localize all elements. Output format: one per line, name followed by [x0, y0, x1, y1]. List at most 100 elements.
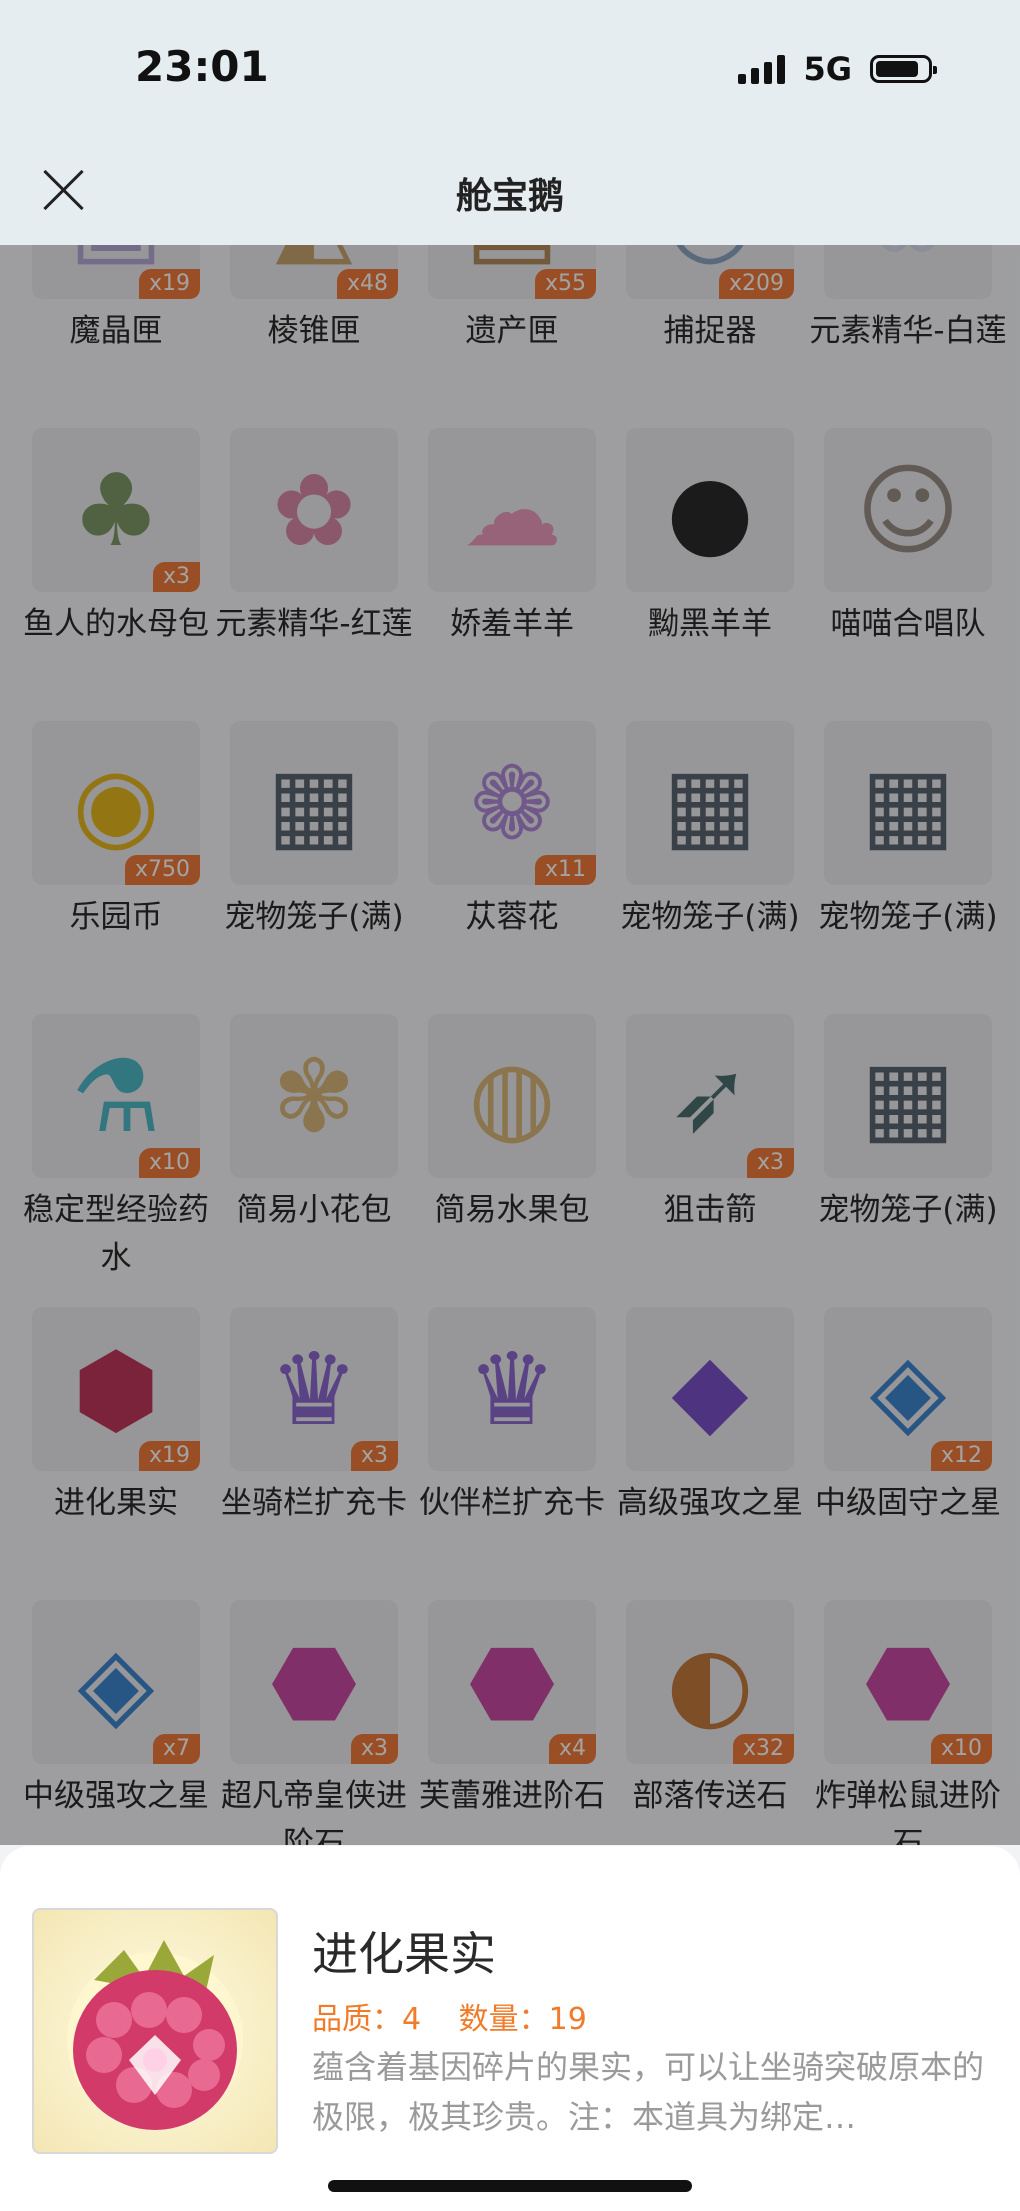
quantity-badge: x750	[124, 855, 200, 885]
red-lotus-essence-icon: ✿	[272, 451, 356, 569]
quantity-badge: x4	[548, 1734, 596, 1764]
item-thumbnail[interactable]: ▣x19	[32, 245, 200, 299]
item-name: 炸弹松鼠进阶石	[815, 1778, 1001, 1845]
item-name: 宠物笼子(满)	[818, 1192, 998, 1228]
item-name: 稳定型经验药水	[23, 1192, 209, 1276]
quantity-badge: x3	[350, 1441, 398, 1471]
item-name: 宠物笼子(满)	[620, 899, 800, 935]
item-name: 中级强攻之星	[23, 1778, 209, 1814]
flower-bag-icon: ✾	[272, 1037, 356, 1155]
cat-choir-icon: ☺	[855, 451, 961, 569]
item-thumbnail[interactable]: ⚗ x10	[32, 1014, 200, 1178]
black-sheep-icon: ●	[666, 451, 754, 569]
battery-icon	[870, 55, 937, 83]
item-detail-description: 蕴含着基因碎片的果实，可以让坐骑突破原本的极限，极其珍贵。注：本道具为绑定…	[312, 2048, 985, 2136]
item-thumbnail[interactable]: ◈ x7	[32, 1600, 200, 1764]
item-thumbnail[interactable]: ♛	[428, 1307, 596, 1471]
item-name: 捕捉器	[663, 313, 757, 349]
quantity-badge: x19	[138, 269, 200, 299]
page-title: 舱宝鹅	[455, 176, 564, 217]
status-indicators: 5G	[738, 50, 937, 88]
item-name: 坐骑栏扩充卡	[221, 1485, 407, 1521]
item-thumbnail[interactable]: ◈ x12	[824, 1307, 992, 1471]
item-name: 部落传送石	[632, 1778, 788, 1814]
quantity-badge: x12	[930, 1441, 992, 1471]
item-thumbnail[interactable]: ◍	[428, 1014, 596, 1178]
item-name: 元素精华-白莲	[809, 313, 1007, 349]
item-name: 中级固守之星	[815, 1485, 1001, 1521]
item-thumbnail[interactable]: ➶ x3	[626, 1014, 794, 1178]
item-detail-meta: 品质：4 数量：19	[312, 1994, 615, 2038]
item-thumbnail[interactable]: ◆	[626, 1307, 794, 1471]
item-thumbnail[interactable]: ▦	[230, 721, 398, 885]
quantity-badge: x48	[336, 269, 398, 299]
item-thumbnail[interactable]: ◭x48	[230, 245, 398, 299]
pet-cage-icon: ▦	[860, 744, 956, 862]
item-thumbnail[interactable]: ⬣ x10	[824, 1600, 992, 1764]
crown-card-icon: ♛	[467, 1330, 557, 1448]
item-thumbnail[interactable]: ❀	[824, 245, 992, 299]
item-thumbnail[interactable]: ✿	[230, 428, 398, 592]
signal-icon	[738, 54, 786, 84]
item-name: 喵喵合唱队	[830, 606, 986, 642]
quantity-badge: x3	[152, 562, 200, 592]
item-name: 高级强攻之星	[617, 1485, 803, 1521]
item-name: 乐园币	[69, 899, 163, 935]
item-name: 简易水果包	[434, 1192, 590, 1228]
item-name: 苁蓉花	[465, 899, 559, 935]
item-thumbnail[interactable]: ◐ x32	[626, 1600, 794, 1764]
item-name: 宠物笼子(满)	[224, 899, 404, 935]
item-count: 数量：19	[458, 2002, 587, 2037]
quantity-badge: x7	[152, 1734, 200, 1764]
item-detail-title: 进化果实	[312, 1927, 496, 1981]
item-thumbnail[interactable]: ▤x55	[428, 245, 596, 299]
quantity-badge: x10	[138, 1148, 200, 1178]
item-thumbnail[interactable]: ●	[626, 428, 794, 592]
quantity-badge: x19	[138, 1441, 200, 1471]
item-grid[interactable]: ▣x19 魔晶匣 ◭x48 棱锥匣 ▤x55 遗产匣 ◎x209 捕捉器 ❀ 元素精华-白莲 ♣x3…	[0, 245, 1020, 1845]
quantity-badge: x3	[746, 1148, 794, 1178]
quantity-badge: x11	[534, 855, 596, 885]
item-name: 超凡帝皇侠进阶石	[221, 1778, 407, 1845]
item-thumbnail[interactable]: ❁ x11	[428, 721, 596, 885]
item-name: 元素精华-红莲	[215, 606, 413, 642]
status-time: 23:01	[135, 42, 269, 91]
item-thumbnail[interactable]: ♛ x3	[230, 1307, 398, 1471]
purple-gem-icon: ◆	[671, 1330, 749, 1448]
item-name: 黝黑羊羊	[648, 606, 772, 642]
item-thumbnail[interactable]: ◎x209	[626, 245, 794, 299]
home-indicator	[328, 2180, 692, 2192]
item-thumbnail[interactable]: ⬢ x19	[32, 1307, 200, 1471]
raspberry-icon	[32, 1908, 278, 2154]
quantity-badge: x32	[732, 1734, 794, 1764]
item-thumbnail[interactable]: ⬣ x4	[428, 1600, 596, 1764]
item-thumbnail[interactable]: ▦	[626, 721, 794, 885]
item-detail-sheet: 进化果实 品质：4 数量：19 蕴含着基因碎片的果实，可以让坐骑突破原本的极限，…	[0, 1846, 1020, 2211]
item-name: 娇羞羊羊	[450, 606, 574, 642]
pet-cage-icon: ▦	[860, 1037, 956, 1155]
quantity-badge: x3	[350, 1734, 398, 1764]
item-name: 芙蕾雅进阶石	[419, 1778, 605, 1814]
item-thumbnail[interactable]: ♣ x3	[32, 428, 200, 592]
item-name: 伙伴栏扩充卡	[419, 1485, 605, 1521]
item-thumbnail[interactable]: ☁	[428, 428, 596, 592]
item-name: 鱼人的水母包	[23, 606, 209, 642]
item-quality: 品质：4	[312, 2002, 422, 2037]
quantity-badge: x10	[930, 1734, 992, 1764]
item-name: 棱锥匣	[267, 313, 361, 349]
white-lotus-essence-icon: ❀	[824, 245, 992, 299]
fruit-bag-icon: ◍	[468, 1037, 556, 1155]
item-name: 魔晶匣	[69, 313, 163, 349]
item-thumbnail[interactable]: ☺	[824, 428, 992, 592]
item-name: 宠物笼子(满)	[818, 899, 998, 935]
item-thumbnail[interactable]: ✾	[230, 1014, 398, 1178]
item-thumbnail[interactable]: ⬣ x3	[230, 1600, 398, 1764]
item-name: 狙击箭	[663, 1192, 757, 1228]
item-thumbnail[interactable]: ◉ x750	[32, 721, 200, 885]
item-name: 遗产匣	[465, 313, 559, 349]
item-thumbnail[interactable]: ▦	[824, 1014, 992, 1178]
pet-cage-icon: ▦	[266, 744, 362, 862]
item-thumbnail[interactable]: ▦	[824, 721, 992, 885]
item-name: 进化果实	[54, 1485, 178, 1521]
network-type: 5G	[803, 50, 852, 88]
